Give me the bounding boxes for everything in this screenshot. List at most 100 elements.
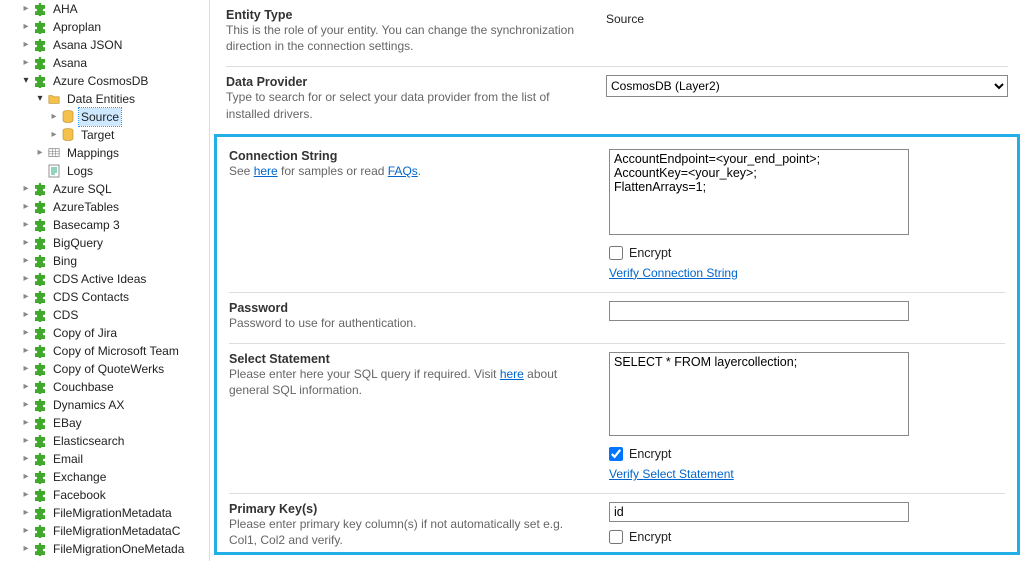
chevron-right-icon[interactable] [20,180,32,198]
tree-item-label[interactable]: Couchbase [51,378,116,396]
conn-encrypt-checkbox[interactable] [609,246,623,260]
chevron-right-icon[interactable] [20,54,32,72]
verify-connection-string-link[interactable]: Verify Connection String [609,266,738,280]
chevron-right-icon[interactable] [20,36,32,54]
conn-here-link[interactable]: here [254,164,278,178]
tree-item-label[interactable]: EBay [51,414,84,432]
tree-item[interactable]: Copy of QuoteWerks [0,360,209,378]
chevron-right-icon[interactable] [34,144,46,162]
tree-item[interactable]: Asana JSON [0,36,209,54]
tree-item[interactable]: Basecamp 3 [0,216,209,234]
tree-item[interactable]: FileMigrationMetadata [0,504,209,522]
tree-item[interactable]: Facebook [0,486,209,504]
verify-select-stmt-link[interactable]: Verify Select Statement [609,467,734,481]
tree-item-label[interactable]: Email [51,450,85,468]
connection-string-textarea[interactable] [609,149,909,235]
tree-item-label[interactable]: Copy of Microsoft Team [51,342,181,360]
tree-item-label[interactable]: Azure CosmosDB [51,72,150,90]
tree-item[interactable]: Couchbase [0,378,209,396]
chevron-right-icon[interactable] [20,18,32,36]
tree-item[interactable]: Dynamics AX [0,396,209,414]
tree-item[interactable]: Azure CosmosDB [0,72,209,90]
chevron-right-icon[interactable] [20,360,32,378]
tree-item-label[interactable]: Target [79,126,116,144]
tree-item-label[interactable]: CDS Contacts [51,288,131,306]
tree-item[interactable]: CDS [0,306,209,324]
tree-item[interactable]: Asana [0,54,209,72]
chevron-right-icon[interactable] [20,216,32,234]
tree-item[interactable]: Email [0,450,209,468]
tree-item[interactable]: CDS Active Ideas [0,270,209,288]
tree-item-label[interactable]: Dynamics AX [51,396,126,414]
chevron-right-icon[interactable] [20,288,32,306]
chevron-right-icon[interactable] [20,396,32,414]
tree-item-label[interactable]: Mappings [65,144,121,162]
chevron-right-icon[interactable] [20,0,32,18]
chevron-right-icon[interactable] [20,432,32,450]
chevron-down-icon[interactable] [20,72,32,90]
password-input[interactable] [609,301,909,321]
select-encrypt-checkbox[interactable] [609,447,623,461]
chevron-right-icon[interactable] [20,198,32,216]
tree-item[interactable]: Aproplan [0,18,209,36]
tree-item[interactable]: Data Entities [0,90,209,108]
chevron-right-icon[interactable] [20,522,32,540]
tree-item-label[interactable]: Azure SQL [51,180,114,198]
tree-item[interactable]: Azure SQL [0,180,209,198]
tree-item[interactable]: EBay [0,414,209,432]
chevron-right-icon[interactable] [20,414,32,432]
tree-item-label[interactable]: CDS [51,306,80,324]
tree-item-label[interactable]: CDS Active Ideas [51,270,148,288]
chevron-right-icon[interactable] [20,378,32,396]
select-here-link[interactable]: here [500,367,524,381]
tree-item-label[interactable]: Basecamp 3 [51,216,122,234]
tree-item[interactable]: FileMigrationOneMetada [0,540,209,558]
tree-item-label[interactable]: BigQuery [51,234,105,252]
tree-item[interactable]: Exchange [0,468,209,486]
select-stmt-textarea[interactable] [609,352,909,436]
tree-item-label[interactable]: Asana [51,54,89,72]
tree-item[interactable]: AHA [0,0,209,18]
chevron-right-icon[interactable] [48,108,60,126]
chevron-right-icon[interactable] [20,486,32,504]
tree-item[interactable]: FileMigrationMetadataC [0,522,209,540]
tree-item-label[interactable]: Facebook [51,486,108,504]
tree-item-label[interactable]: Data Entities [65,90,137,108]
tree-item[interactable]: Elasticsearch [0,432,209,450]
chevron-right-icon[interactable] [20,540,32,558]
tree-item-label[interactable]: Exchange [51,468,108,486]
tree-item[interactable]: Copy of Jira [0,324,209,342]
chevron-right-icon[interactable] [20,252,32,270]
tree-item-label[interactable]: Copy of Jira [51,324,119,342]
chevron-right-icon[interactable] [20,342,32,360]
tree-item-label[interactable]: AHA [51,0,80,18]
chevron-right-icon[interactable] [20,234,32,252]
tree-item[interactable]: Bing [0,252,209,270]
tree-item-label[interactable]: Aproplan [51,18,103,36]
tree-item-label[interactable]: AzureTables [51,198,121,216]
chevron-right-icon[interactable] [20,306,32,324]
tree-item-label[interactable]: FileMigrationOneMetada [51,540,186,558]
primary-key-input[interactable] [609,502,909,522]
tree-item-label[interactable]: FileMigrationMetadataC [51,522,182,540]
tree-item-label[interactable]: Bing [51,252,79,270]
chevron-right-icon[interactable] [20,324,32,342]
tree-item-label[interactable]: Asana JSON [51,36,124,54]
pk-encrypt-checkbox[interactable] [609,530,623,544]
tree-item-label[interactable]: FileMigrationMetadata [51,504,174,522]
chevron-down-icon[interactable] [34,90,46,108]
tree-item[interactable]: CDS Contacts [0,288,209,306]
chevron-right-icon[interactable] [48,126,60,144]
conn-faqs-link[interactable]: FAQs [388,164,418,178]
tree-item[interactable]: Logs [0,162,209,180]
tree-item[interactable]: AzureTables [0,198,209,216]
tree-item[interactable]: Copy of Microsoft Team [0,342,209,360]
tree-item-label[interactable]: Copy of QuoteWerks [51,360,166,378]
tree-item-label[interactable]: Elasticsearch [51,432,126,450]
data-provider-select[interactable]: CosmosDB (Layer2) [606,75,1008,97]
chevron-right-icon[interactable] [20,270,32,288]
chevron-right-icon[interactable] [20,504,32,522]
chevron-right-icon[interactable] [20,468,32,486]
tree-item[interactable]: Mappings [0,144,209,162]
tree-item[interactable]: Target [0,126,209,144]
